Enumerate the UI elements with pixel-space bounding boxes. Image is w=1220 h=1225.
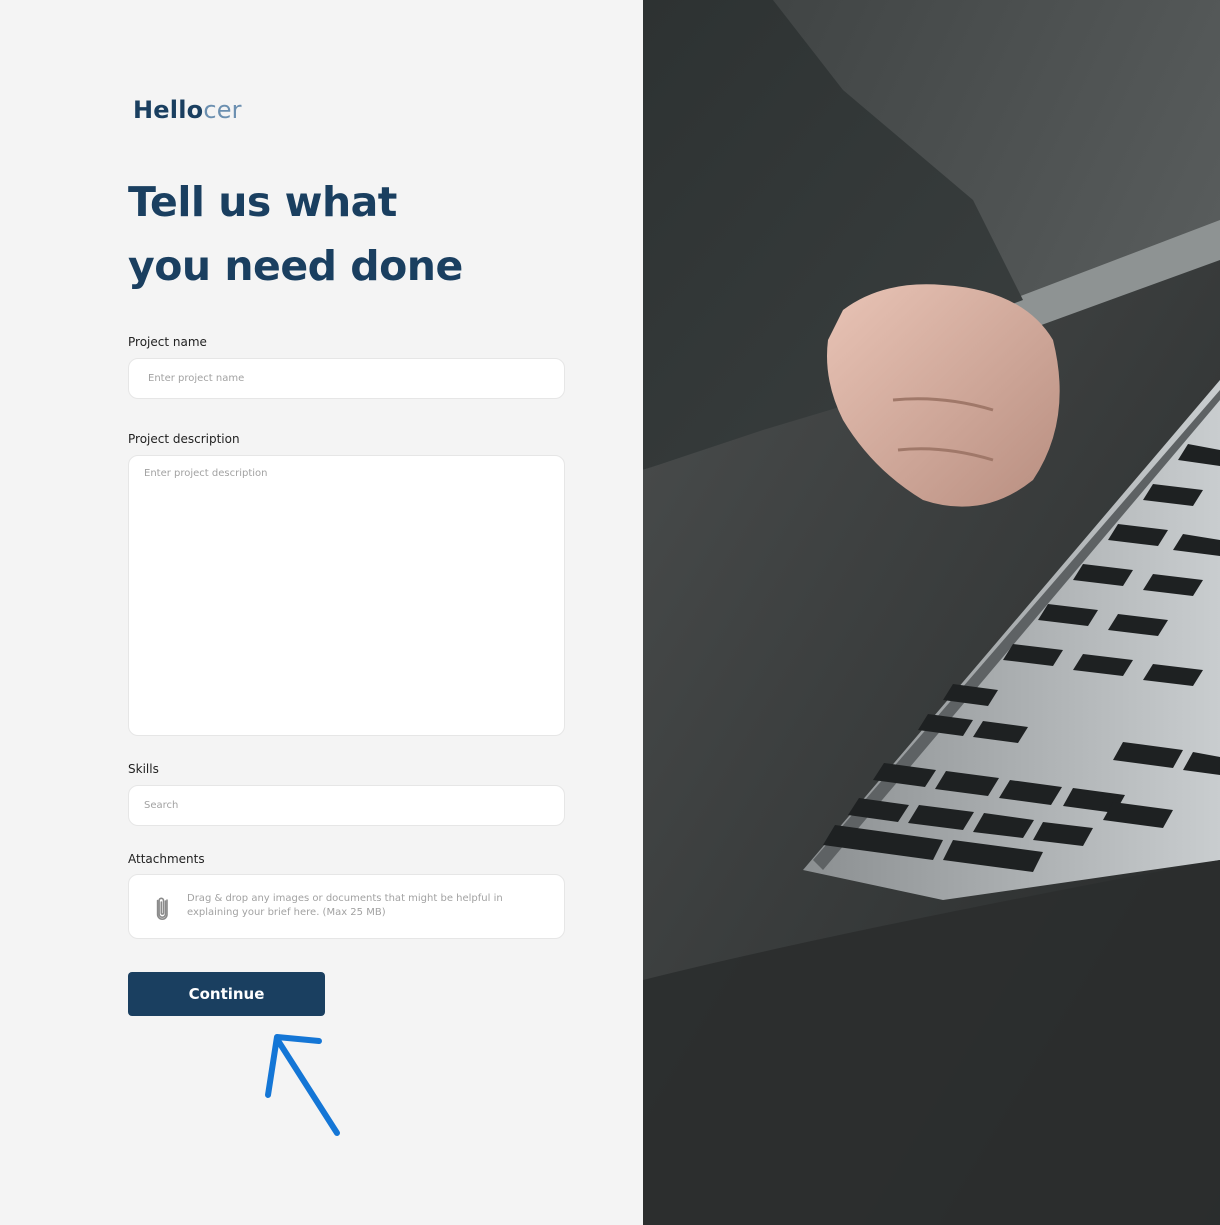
- page-title: Tell us what you need done: [128, 170, 598, 298]
- brand-logo-part2: cer: [203, 96, 242, 124]
- brand-logo[interactable]: Hellocer: [133, 96, 242, 124]
- attachments-hint: Drag & drop any images or documents that…: [187, 893, 503, 918]
- skills-search-input[interactable]: [128, 785, 565, 826]
- hero-photo: [643, 0, 1220, 1225]
- page-title-line1: Tell us what: [128, 178, 397, 226]
- project-description-input[interactable]: [128, 455, 565, 736]
- brand-logo-part1: Hello: [133, 96, 204, 124]
- keyboard-photo-icon: [643, 0, 1220, 1225]
- project-description-label: Project description: [128, 432, 240, 446]
- skills-label: Skills: [128, 762, 159, 776]
- attachments-dropzone[interactable]: Drag & drop any images or documents that…: [128, 874, 565, 939]
- page-title-line2: you need done: [128, 242, 463, 290]
- annotation-arrow-icon: [265, 1034, 340, 1136]
- continue-button[interactable]: Continue: [128, 972, 325, 1016]
- attachments-label: Attachments: [128, 852, 205, 866]
- project-name-input[interactable]: [128, 358, 565, 399]
- paperclip-icon: [156, 897, 168, 920]
- form-pane: Hellocer Tell us what you need done Proj…: [0, 0, 643, 1225]
- project-name-label: Project name: [128, 335, 207, 349]
